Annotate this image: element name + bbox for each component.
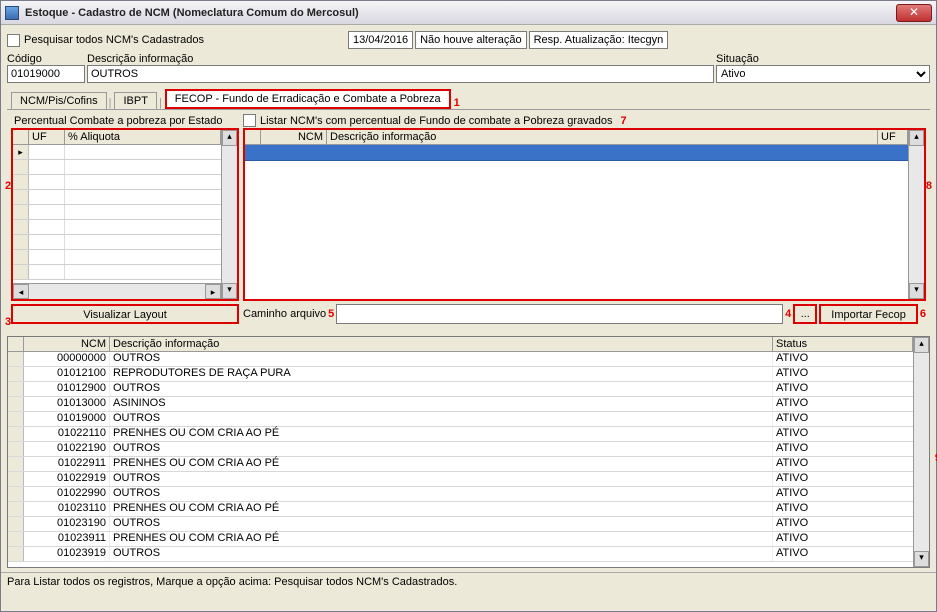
annotation-8: 8 xyxy=(926,180,932,192)
table-row[interactable]: 01013000ASININOSATIVO xyxy=(8,397,913,412)
table-row[interactable]: 01019000OUTROSATIVO xyxy=(8,412,913,427)
table-row[interactable]: 01022990OUTROSATIVO xyxy=(8,487,913,502)
col-desc-bottom[interactable]: Descrição informação xyxy=(110,337,773,351)
search-row: Pesquisar todos NCM's Cadastrados 13/04/… xyxy=(7,31,930,49)
import-fecop-button[interactable]: Importar Fecop xyxy=(819,304,918,324)
bottom-grid: 9 NCM Descrição informação Status 000000… xyxy=(7,336,930,568)
left-panel: Percentual Combate a pobreza por Estado … xyxy=(11,114,239,324)
annotation-4: 4 xyxy=(785,308,791,320)
list-ncm-checkbox[interactable] xyxy=(243,114,256,127)
titlebar[interactable]: Estoque - Cadastro de NCM (Nomeclatura C… xyxy=(1,1,936,25)
right-vscroll[interactable]: ▴▾ xyxy=(908,130,924,299)
window-title: Estoque - Cadastro de NCM (Nomeclatura C… xyxy=(25,7,896,19)
path-row: Caminho arquivo 5 4 ... Importar Fecop 6 xyxy=(243,304,926,324)
table-row[interactable]: 01023110PRENHES OU COM CRIA AO PÉATIVO xyxy=(8,502,913,517)
mid-section: 2 3 8 Percentual Combate a pobreza por E… xyxy=(7,110,930,328)
window: Estoque - Cadastro de NCM (Nomeclatura C… xyxy=(0,0,937,612)
table-row[interactable]: 01022190OUTROSATIVO xyxy=(8,442,913,457)
app-icon xyxy=(5,6,19,20)
fields-row: Código Descrição informação Situação Ati… xyxy=(7,53,930,83)
codigo-input[interactable] xyxy=(7,65,85,83)
col-aliquota[interactable]: % Aliquota xyxy=(65,130,221,144)
search-all-label: Pesquisar todos NCM's Cadastrados xyxy=(24,34,204,46)
right-panel: Listar NCM's com percentual de Fundo de … xyxy=(243,114,926,324)
left-grid-body[interactable]: ▸ xyxy=(13,145,221,283)
selected-row[interactable] xyxy=(245,145,908,161)
left-hscroll[interactable]: ◂▸ xyxy=(13,283,221,299)
bottom-vscroll[interactable]: ▴▾ xyxy=(913,337,929,567)
update-date: 13/04/2016 xyxy=(348,31,413,49)
table-row[interactable]: 01022110PRENHES OU COM CRIA AO PÉATIVO xyxy=(8,427,913,442)
status-label: Situação xyxy=(716,53,930,65)
desc-label: Descrição informação xyxy=(87,53,714,65)
footer-text: Para Listar todos os registros, Marque a… xyxy=(1,572,936,591)
status-select[interactable]: Ativo xyxy=(716,65,930,83)
annotation-1: 1 xyxy=(454,97,460,109)
col-desc[interactable]: Descrição informação xyxy=(327,130,878,144)
col-ncm[interactable]: NCM xyxy=(261,130,327,144)
col-status-bottom[interactable]: Status xyxy=(773,337,913,351)
no-change-text: Não houve alteração xyxy=(415,31,527,49)
content-area: Pesquisar todos NCM's Cadastrados 13/04/… xyxy=(1,25,936,332)
tabs: NCM/Pis/Cofins | IBPT | FECOP - Fundo de… xyxy=(7,89,930,109)
left-grid-title: Percentual Combate a pobreza por Estado xyxy=(11,114,239,128)
table-row[interactable]: 01022919OUTROSATIVO xyxy=(8,472,913,487)
resp-text: Resp. Atualização: Itecgyn xyxy=(529,31,669,49)
table-row[interactable]: 01023190OUTROSATIVO xyxy=(8,517,913,532)
search-all-checkbox[interactable] xyxy=(7,34,20,47)
annotation-5: 5 xyxy=(328,308,334,320)
tab-fecop[interactable]: FECOP - Fundo de Erradicação e Combate a… xyxy=(165,89,451,109)
table-row[interactable]: 01012900OUTROSATIVO xyxy=(8,382,913,397)
annotation-7: 7 xyxy=(620,115,626,127)
codigo-label: Código xyxy=(7,53,85,65)
table-row[interactable]: 01023911PRENHES OU COM CRIA AO PÉATIVO xyxy=(8,532,913,547)
bottom-grid-body[interactable]: 00000000OUTROSATIVO01012100REPRODUTORES … xyxy=(8,352,913,567)
annotation-6: 6 xyxy=(920,308,926,320)
table-row[interactable]: 00000000OUTROSATIVO xyxy=(8,352,913,367)
close-button[interactable]: ✕ xyxy=(896,4,932,22)
tab-ncm-pis-cofins[interactable]: NCM/Pis/Cofins xyxy=(11,92,107,109)
table-row[interactable]: 01023919OUTROSATIVO xyxy=(8,547,913,562)
path-input[interactable] xyxy=(336,304,783,324)
col-ncm-bottom[interactable]: NCM xyxy=(24,337,110,351)
browse-button[interactable]: ... xyxy=(793,304,817,324)
path-label: Caminho arquivo xyxy=(243,308,326,320)
desc-input[interactable] xyxy=(87,65,714,83)
left-vscroll[interactable]: ▴▾ xyxy=(221,130,237,299)
table-row[interactable]: 01012100REPRODUTORES DE RAÇA PURAATIVO xyxy=(8,367,913,382)
tab-ibpt[interactable]: IBPT xyxy=(114,92,156,109)
col-uf[interactable]: UF xyxy=(29,130,65,144)
list-ncm-label: Listar NCM's com percentual de Fundo de … xyxy=(260,115,612,127)
right-grid-body[interactable] xyxy=(245,145,908,299)
visualizar-layout-button[interactable]: Visualizar Layout xyxy=(11,304,239,324)
table-row[interactable]: 01022911PRENHES OU COM CRIA AO PÉATIVO xyxy=(8,457,913,472)
right-grid: NCM Descrição informação UF ▴▾ xyxy=(243,128,926,301)
left-grid: UF % Aliquota ▸ xyxy=(11,128,239,301)
col-uf-right[interactable]: UF xyxy=(878,130,908,144)
